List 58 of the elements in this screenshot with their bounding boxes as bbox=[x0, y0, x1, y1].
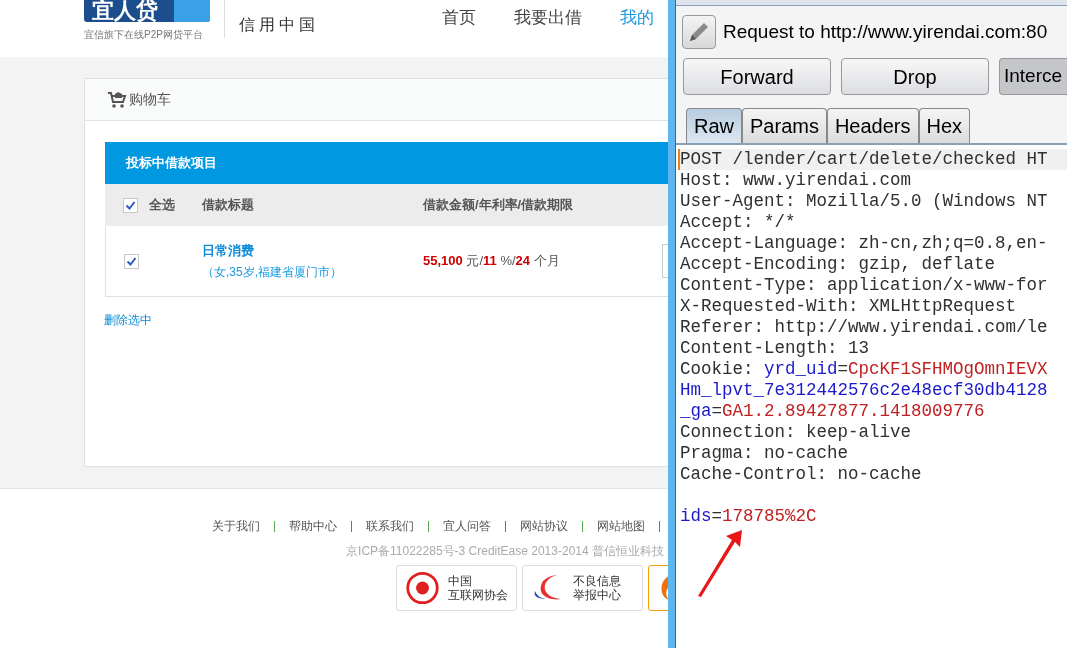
checkbox[interactable] bbox=[124, 253, 139, 269]
code-line: Referer: http://www.yirendai.com/le bbox=[679, 317, 1049, 338]
slogan-text: 信用中国 bbox=[239, 15, 319, 35]
nav-link[interactable]: 我要出借 bbox=[514, 5, 582, 31]
footer-link[interactable]: 宜人问答 bbox=[443, 517, 491, 535]
arrow bbox=[696, 530, 744, 598]
badge-text: 举报中心 bbox=[573, 588, 621, 602]
code-line: Accept: */* bbox=[679, 212, 797, 233]
code-line: Accept-Language: zh-cn,zh;q=0.8,en- bbox=[679, 233, 1049, 254]
code-line: Cookie: yrd_uid=CpcKF1SFHMOgOmnIEVX bbox=[679, 359, 1049, 380]
seal-icon bbox=[405, 569, 440, 607]
request-editor[interactable] bbox=[676, 145, 1067, 648]
action-button[interactable]: Drop bbox=[841, 58, 989, 95]
column-header: 借款金额/年利率/借款期限 bbox=[423, 196, 574, 215]
footer-link[interactable]: 关于我们 bbox=[212, 517, 260, 535]
delete-selected-link[interactable]: 删除选中 bbox=[104, 311, 668, 329]
cart-icon bbox=[107, 90, 127, 109]
footer-link[interactable]: 网站协议 bbox=[520, 517, 568, 535]
edit-button[interactable] bbox=[682, 15, 716, 49]
code-line: X-Requested-With: XMLHttpRequest bbox=[679, 296, 1018, 317]
loan-terms: 55,100 元/11 %/24 个月 bbox=[423, 252, 560, 271]
code-line: ids=178785%2C bbox=[679, 506, 818, 527]
badge-text: 不良信息 bbox=[573, 574, 621, 588]
request-title: Request to http://www.yirendai.com:80 bbox=[723, 19, 1048, 44]
copyright-text: 京ICP备11022285号-3 CreditEase 2013-2014 普信恒业科技 bbox=[346, 543, 664, 560]
action-button[interactable]: Interce bbox=[999, 58, 1067, 95]
footer-link[interactable]: 网站地图 bbox=[597, 517, 645, 535]
column-header: 借款标题 bbox=[202, 196, 255, 215]
logo-tagline: 宜信旗下在线P2P网贷平台 bbox=[84, 28, 203, 42]
badge-text: 中国 bbox=[448, 574, 473, 588]
code-line: Accept-Encoding: gzip, deflate bbox=[679, 254, 997, 275]
code-line: Cache-Control: no-cache bbox=[679, 464, 923, 485]
code-line: Connection: keep-alive bbox=[679, 422, 913, 443]
code-line: Hm_lpvt_7e312442576c2e48ecf30db4128 bbox=[679, 380, 1049, 401]
code-line: Pragma: no-cache bbox=[679, 443, 850, 464]
footer-link[interactable]: 帮助中心 bbox=[289, 517, 337, 535]
tab[interactable]: Hex bbox=[918, 108, 971, 143]
select-all-label: 全选 bbox=[149, 196, 176, 215]
code-line: User-Agent: Mozilla/5.0 (Windows NT bbox=[679, 191, 1049, 212]
nav-link[interactable]: 首页 bbox=[442, 5, 476, 31]
footer-link[interactable]: 联系我们 bbox=[366, 517, 414, 535]
code-line: Content-Type: application/x-www-for bbox=[679, 275, 1049, 296]
certification-badge[interactable]: 中国 互联网协会 bbox=[396, 565, 517, 611]
checkbox[interactable] bbox=[123, 197, 138, 213]
tab[interactable]: Params bbox=[742, 108, 827, 143]
code-line: Content-Length: 13 bbox=[679, 338, 871, 359]
borrower-info: （女,35岁,福建省厦门市） bbox=[202, 264, 343, 282]
tab[interactable]: Headers bbox=[826, 108, 919, 143]
certification-badge[interactable]: 不良信息 举报中心 bbox=[522, 565, 643, 611]
code-line: Host: www.yirendai.com bbox=[679, 170, 913, 191]
badge-text: 互联网协会 bbox=[448, 588, 508, 602]
pencil-icon bbox=[687, 20, 711, 44]
action-button[interactable]: Forward bbox=[683, 58, 831, 95]
tab[interactable]: Raw bbox=[686, 108, 742, 143]
loan-title-link[interactable]: 日常消费 bbox=[202, 240, 423, 261]
section-header: 投标中借款项目 bbox=[105, 142, 668, 184]
code-line: _ga=GA1.2.89427877.1418009776 bbox=[679, 401, 986, 422]
cart-title: 购物车 bbox=[129, 90, 171, 109]
